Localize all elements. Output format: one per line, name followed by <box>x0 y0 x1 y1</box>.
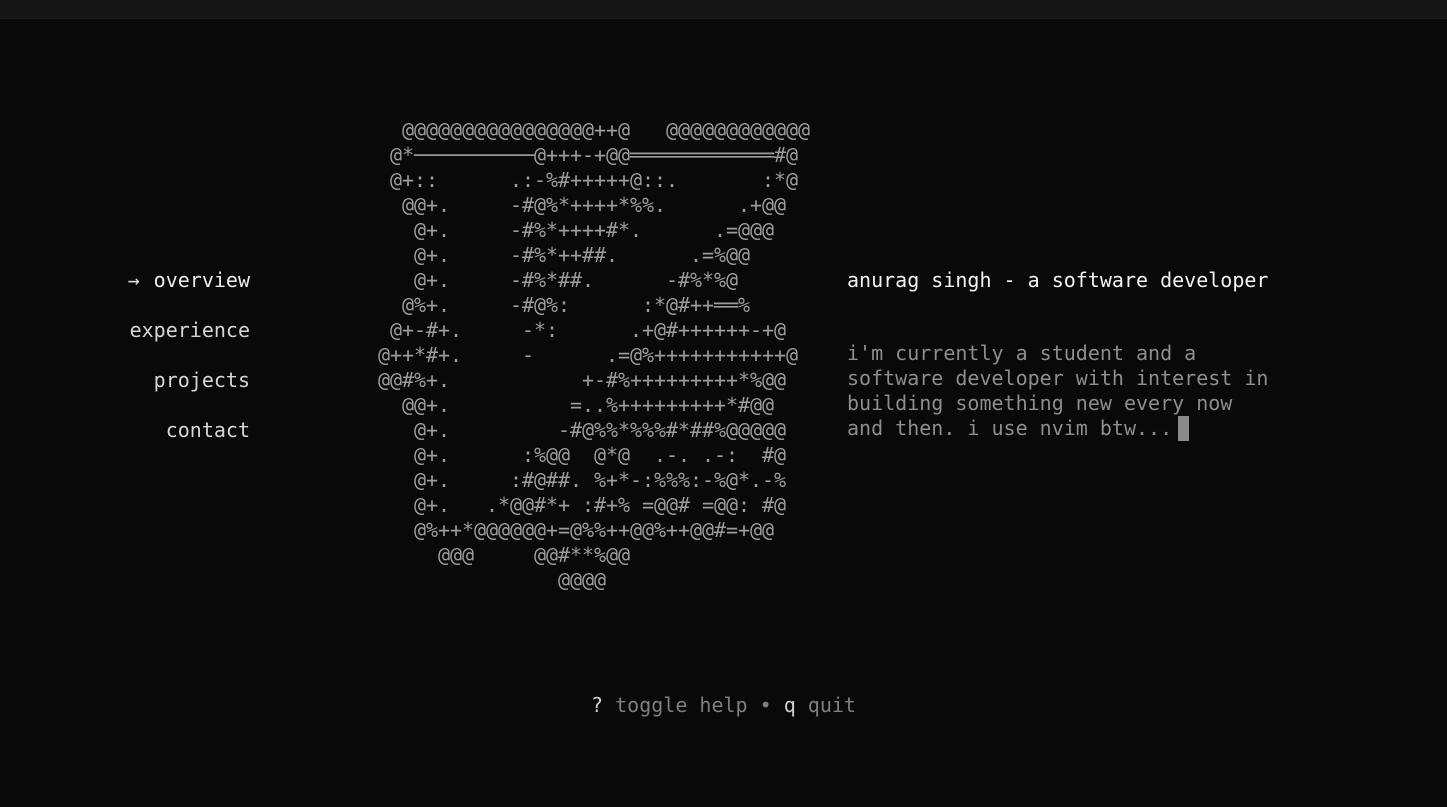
nav-item-experience[interactable]: experience <box>100 316 250 366</box>
nav-item-contact[interactable]: contact <box>100 416 250 466</box>
nav-menu: → overview experience projects contact <box>100 266 250 466</box>
profile-description-text: i'm currently a student and a software d… <box>847 341 1269 440</box>
profile-description: i'm currently a student and a software d… <box>847 341 1307 441</box>
text-cursor <box>1178 416 1190 441</box>
nav-item-label: overview <box>153 268 250 292</box>
nav-item-label: contact <box>165 418 250 442</box>
help-separator: • <box>759 693 772 717</box>
nav-item-label: experience <box>129 318 250 342</box>
profile-title: anurag singh - a software developer <box>847 268 1269 292</box>
help-quit-label: quit <box>807 693 856 717</box>
nav-item-label: projects <box>153 368 250 392</box>
nav-item-overview[interactable]: → overview <box>100 266 250 316</box>
help-quit-key[interactable]: q <box>784 693 796 717</box>
ascii-art-logo: @@@@@@@@@@@@@@@@++@ @@@@@@@@@@@@ @*─────… <box>378 118 811 592</box>
nav-item-projects[interactable]: projects <box>100 366 250 416</box>
window-top-bar <box>0 0 1447 19</box>
help-bar: ? toggle help • q quit <box>0 692 1447 718</box>
arrow-right-icon: → <box>127 268 140 292</box>
help-toggle-label: toggle help <box>615 693 748 717</box>
help-toggle-key[interactable]: ? <box>591 693 603 717</box>
terminal-screen: → overview experience projects contact @@… <box>0 0 1447 807</box>
